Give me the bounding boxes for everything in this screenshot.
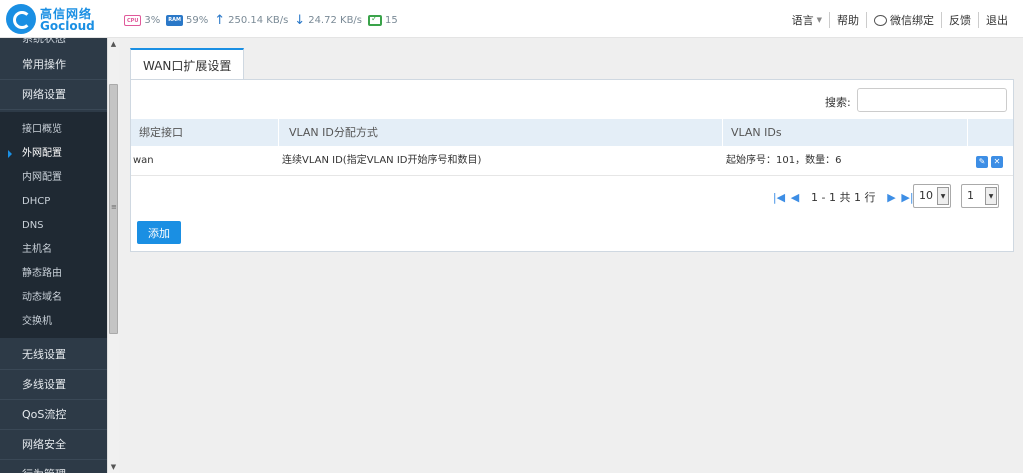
sidebar: 系统状态 常用操作 网络设置 接口概览 外网配置 内网配置 DHCP DNS 主… [0,38,107,473]
sidebar-item-security[interactable]: 网络安全 [0,430,107,460]
wechat-label: 微信绑定 [890,14,934,27]
upload-value: 250.14 KB/s [228,14,289,26]
sidebar-submenu: 接口概览 外网配置 内网配置 DHCP DNS 主机名 静态路由 动态域名 交换… [0,112,107,338]
upload-arrow-icon: ↑ [214,12,226,28]
sidebar-sub-dhcp[interactable]: DHCP [0,190,107,214]
sidebar-sub-ddns[interactable]: 动态域名 [0,286,107,310]
search-input[interactable] [857,88,1007,112]
sidebar-item-qos[interactable]: QoS流控 [0,400,107,430]
sidebar-item-behavior[interactable]: 行为管理 [0,460,107,473]
cell-interface: wan [133,155,154,166]
cell-method: 连续VLAN ID(指定VLAN ID开始序号和数目) [282,155,482,166]
language-menu[interactable]: 语言 ▼ [785,12,829,28]
content-panel: 搜索: 绑定接口 VLAN ID分配方式 VLAN IDs wan 连续VLAN… [130,79,1014,252]
dropdown-arrow-icon: ▼ [985,187,997,205]
download-arrow-icon: ↓ [294,12,306,28]
pagination: |◀ ◀ 1 - 1 共 1 行 ▶ ▶| [771,186,915,208]
top-nav: 语言 ▼ 帮助 微信绑定 反馈 退出 [785,12,1015,28]
sidebar-item-common[interactable]: 常用操作 [0,50,107,80]
sidebar-scrollbar[interactable]: ▲ ≡ ▼ [107,38,119,473]
system-stats: CPU 3% RAM 59% ↑ 250.14 KB/s ↓ 24.72 KB/… [124,12,398,28]
brand-name-en: Gocloud [40,19,95,33]
sidebar-sub-wan[interactable]: 外网配置 [0,142,107,166]
wechat-bind-link[interactable]: 微信绑定 [866,12,941,28]
page-number-select[interactable]: 1 ▼ [961,184,999,208]
prev-page-icon[interactable]: ◀ [787,191,803,204]
pagination-summary: 1 - 1 共 1 行 [811,191,876,204]
monitor-check-icon [368,14,383,26]
brand-logo[interactable]: 高信网络 Gocloud [6,3,116,35]
sidebar-item-multiline[interactable]: 多线设置 [0,370,107,400]
ram-value: 59% [185,14,209,26]
page-number-value: 1 [967,189,974,202]
grip-icon: ≡ [111,203,117,211]
terminals-stat: 15 [368,14,398,26]
cell-ids: 起始序号：101，数量：6 [726,155,842,166]
upload-stat: ↑ 250.14 KB/s [214,14,288,27]
delete-icon[interactable]: ✕ [991,156,1003,168]
first-page-icon[interactable]: |◀ [771,191,787,204]
page-size-select[interactable]: 10 ▼ [913,184,951,208]
sidebar-sub-static-route[interactable]: 静态路由 [0,262,107,286]
sidebar-sub-lan[interactable]: 内网配置 [0,166,107,190]
table-row[interactable]: wan 连续VLAN ID(指定VLAN ID开始序号和数目) 起始序号：101… [131,146,1013,176]
tab-wan-extend[interactable]: WAN口扩展设置 [130,48,245,80]
sidebar-item-network[interactable]: 网络设置 [0,80,107,110]
help-link[interactable]: 帮助 [829,12,866,28]
dropdown-arrow-icon: ▼ [937,187,949,205]
scrollbar-thumb[interactable]: ≡ [109,84,118,334]
download-value: 24.72 KB/s [308,14,363,26]
next-page-icon[interactable]: ▶ [883,191,899,204]
sidebar-item-wireless[interactable]: 无线设置 [0,340,107,370]
terminals-value: 15 [385,14,398,26]
wechat-icon [874,14,887,26]
caret-down-icon: ▼ [816,16,822,24]
sidebar-sub-hostname[interactable]: 主机名 [0,238,107,262]
page-size-value: 10 [919,189,933,202]
cpu-icon: CPU [124,14,142,26]
col-interface-header: 绑定接口 [131,119,279,146]
col-ids-header: VLAN IDs [723,119,968,146]
scroll-up-icon[interactable]: ▲ [108,38,119,50]
gocloud-logo-icon [6,4,36,34]
logout-link[interactable]: 退出 [978,12,1015,28]
edit-icon[interactable]: ✎ [976,156,988,168]
ram-stat: RAM 59% [166,14,209,26]
sidebar-sub-dns[interactable]: DNS [0,214,107,238]
table-header: 绑定接口 VLAN ID分配方式 VLAN IDs [131,119,1013,146]
search-label: 搜索: [825,96,851,109]
sidebar-sub-interface-overview[interactable]: 接口概览 [0,118,107,142]
feedback-link[interactable]: 反馈 [941,12,978,28]
language-label: 语言 [791,14,814,27]
scroll-down-icon[interactable]: ▼ [108,461,119,473]
ram-icon: RAM [166,14,183,26]
sidebar-sub-switch[interactable]: 交换机 [0,310,107,334]
cpu-stat: CPU 3% [124,14,161,26]
top-bar: 高信网络 Gocloud CPU 3% RAM 59% ↑ 250.14 KB/… [0,0,1023,38]
add-button[interactable]: 添加 [137,221,181,244]
col-method-header: VLAN ID分配方式 [279,119,723,146]
sidebar-item-cut[interactable]: 系统状态 [22,38,66,46]
col-actions-header [968,119,1013,146]
cpu-value: 3% [144,14,161,26]
download-stat: ↓ 24.72 KB/s [294,14,362,27]
